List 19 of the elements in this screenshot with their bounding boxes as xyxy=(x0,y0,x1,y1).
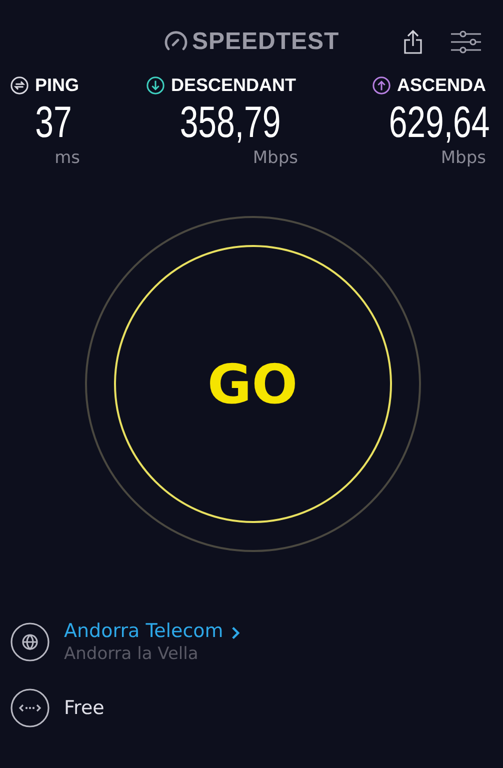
metric-value: 37 xyxy=(34,98,72,148)
metric-unit: Mbps xyxy=(252,148,299,168)
server-location: Andorra la Vella xyxy=(64,644,200,664)
metric-unit: ms xyxy=(54,148,81,168)
share-icon[interactable] xyxy=(403,29,424,55)
metric-value: 358,79 xyxy=(180,98,280,148)
metric-value: 629,64 xyxy=(388,98,490,148)
connection-name: Free xyxy=(64,697,104,719)
metric-label: PING xyxy=(35,74,80,96)
metric-unit: Mbps xyxy=(440,148,487,168)
app-logo: SPEEDTEST xyxy=(192,28,340,56)
go-button[interactable]: GO xyxy=(114,245,392,523)
settings-sliders-icon[interactable] xyxy=(451,29,482,55)
provider-link[interactable]: Andorra Telecom xyxy=(64,620,224,642)
connection-icon xyxy=(10,688,50,728)
globe-icon xyxy=(10,622,50,662)
metric-label: ASCENDA xyxy=(397,74,486,96)
chevron-right-icon[interactable] xyxy=(231,626,240,640)
metric-label: DESCENDANT xyxy=(171,74,296,96)
